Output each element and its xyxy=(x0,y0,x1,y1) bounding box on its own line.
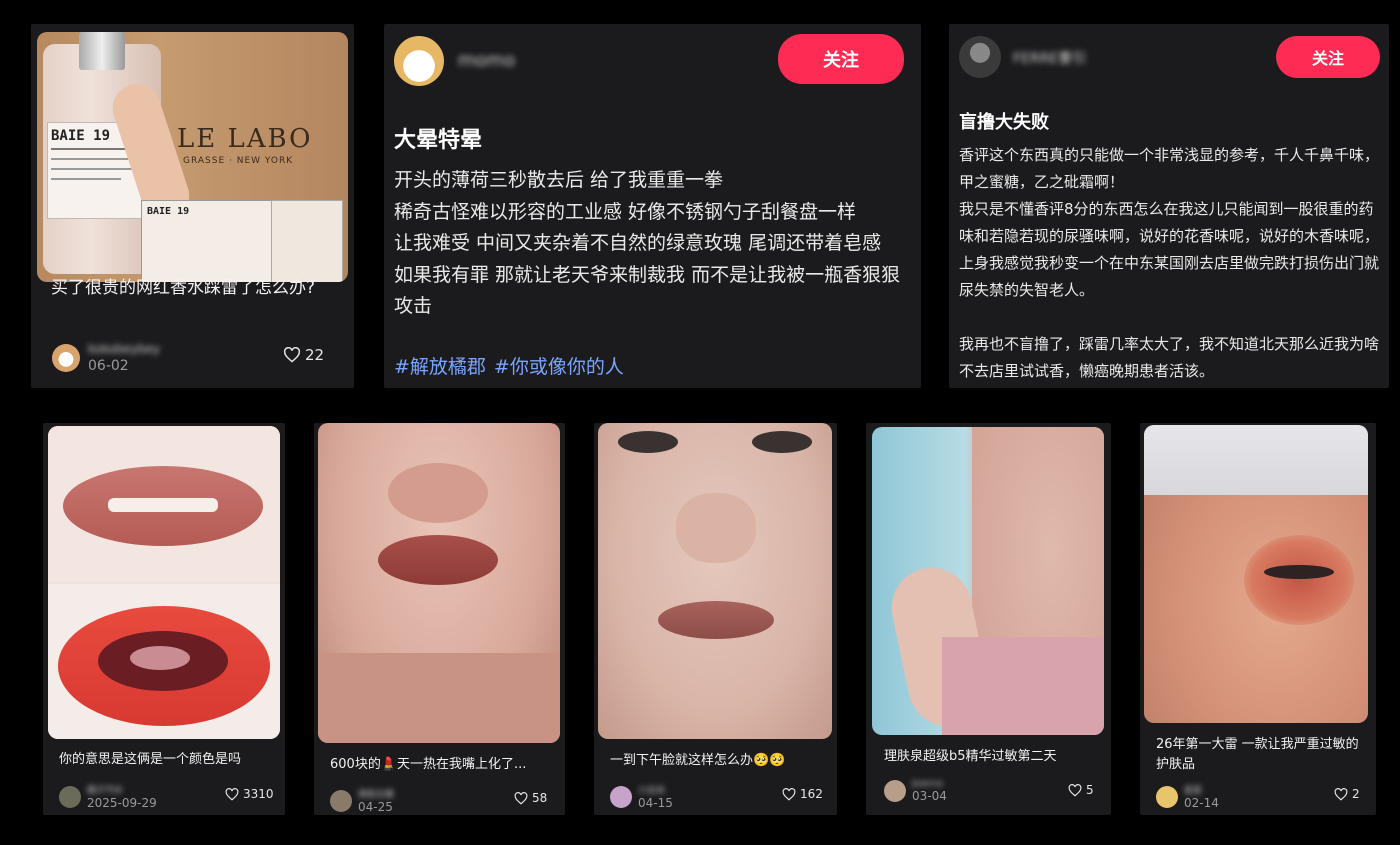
hashtag-link[interactable]: #你或像你的人 xyxy=(494,356,624,378)
post-body: 香评这个东西真的只能做一个非常浅显的参考，千人千鼻千味，甲之蜜糖，乙之砒霜啊！ … xyxy=(959,146,1380,380)
like-button[interactable]: 3310 xyxy=(225,787,274,801)
like-count: 5 xyxy=(1086,783,1094,797)
like-button[interactable]: 22 xyxy=(283,346,324,364)
author-name[interactable]: FERRE曹引 xyxy=(1013,48,1086,68)
author-name[interactable]: 橘子汽水 xyxy=(87,783,157,796)
like-count: 2 xyxy=(1352,787,1360,801)
tag-list: #解放橘郡 #你或像你的人 xyxy=(394,352,632,379)
box-brand: LE LABO xyxy=(177,124,313,154)
post-card-perfume[interactable]: BAIE 19 LE LABO GRASSE · NEW YORK BAIE 1… xyxy=(31,24,354,388)
post-card-text-2[interactable]: FERRE曹引 关注 盲撸大失败 香评这个东西真的只能做一个非常浅显的参考，千人… xyxy=(949,24,1389,388)
avatar[interactable] xyxy=(884,780,906,802)
post-image[interactable] xyxy=(598,423,832,739)
heart-icon xyxy=(1334,787,1348,801)
like-button[interactable]: 162 xyxy=(782,787,823,801)
heart-icon xyxy=(514,791,528,805)
post-author[interactable]: 小云朵 04-15 xyxy=(610,783,673,810)
post-image[interactable] xyxy=(1144,425,1368,723)
avatar[interactable] xyxy=(394,36,444,86)
avatar[interactable] xyxy=(52,344,80,372)
post-title[interactable]: 你的意思是这俩是一个颜色是吗 xyxy=(59,751,274,770)
follow-button[interactable]: 关注 xyxy=(1276,36,1380,78)
post-author[interactable]: 南街北巷 04-25 xyxy=(330,787,394,814)
heart-icon xyxy=(283,347,301,363)
avatar[interactable] xyxy=(1156,785,1178,808)
post-body: 开头的薄荷三秒散去后 给了我重重一拳 稀奇古怪难以形容的工业感 好像不锈钢勺子刮… xyxy=(394,169,901,317)
author-name[interactable]: Joanna xyxy=(912,779,947,789)
heart-icon xyxy=(1068,783,1082,797)
heart-icon xyxy=(225,787,239,801)
post-title[interactable]: 买了很贵的网红香水踩雷了怎么办? xyxy=(51,276,321,301)
like-button[interactable]: 2 xyxy=(1334,787,1360,801)
author-name[interactable]: 星星 xyxy=(1184,783,1219,796)
post-title[interactable]: 盲撸大失败 xyxy=(959,108,1049,134)
avatar[interactable] xyxy=(610,785,632,808)
follow-button[interactable]: 关注 xyxy=(778,34,904,84)
bottle-label: BAIE 19 xyxy=(51,128,111,144)
like-count: 22 xyxy=(305,346,325,364)
author-name[interactable]: 小云朵 xyxy=(638,783,673,796)
post-title[interactable]: 26年第一大雷 一款让我严重过敏的护肤品 xyxy=(1156,735,1368,774)
post-date: 04-25 xyxy=(358,800,393,814)
like-count: 162 xyxy=(800,787,823,801)
heart-icon xyxy=(782,787,796,801)
post-image[interactable] xyxy=(318,423,560,743)
post-title[interactable]: 理肤泉超级b5精华过敏第二天 xyxy=(884,748,1099,767)
avatar[interactable] xyxy=(59,785,81,808)
like-button[interactable]: 5 xyxy=(1068,783,1094,797)
avatar[interactable] xyxy=(330,789,352,812)
post-image[interactable] xyxy=(872,427,1104,735)
post-date: 02-14 xyxy=(1184,796,1219,810)
avatar[interactable] xyxy=(959,36,1001,78)
post-card[interactable]: 26年第一大雷 一款让我严重过敏的护肤品 星星 02-14 2 xyxy=(1140,423,1376,815)
author-name[interactable]: 南街北巷 xyxy=(358,787,394,800)
like-count: 3310 xyxy=(243,787,274,801)
like-button[interactable]: 58 xyxy=(514,791,547,805)
post-image-perfume[interactable]: BAIE 19 LE LABO GRASSE · NEW YORK BAIE 1… xyxy=(37,32,348,282)
post-author[interactable]: 星星 02-14 xyxy=(1156,783,1219,810)
post-author[interactable]: 橘子汽水 2025-09-29 xyxy=(59,783,157,810)
post-author[interactable]: kokobeybey 06-02 xyxy=(52,342,160,374)
author-name[interactable]: momo xyxy=(458,50,515,71)
post-card[interactable]: 600块的💄天一热在我嘴上化了... 南街北巷 04-25 58 xyxy=(314,423,565,815)
post-author[interactable]: Joanna 03-04 xyxy=(884,779,947,803)
post-title[interactable]: 600块的💄天一热在我嘴上化了... xyxy=(330,756,555,775)
post-image[interactable] xyxy=(48,426,280,739)
box-subtitle: GRASSE · NEW YORK xyxy=(183,156,294,166)
post-date: 06-02 xyxy=(88,358,129,374)
author-name[interactable]: kokobeybey xyxy=(88,342,160,356)
post-title[interactable]: 大晕特晕 xyxy=(394,122,482,154)
post-date: 04-15 xyxy=(638,796,673,810)
post-card-text-1[interactable]: momo 关注 大晕特晕 开头的薄荷三秒散去后 给了我重重一拳 稀奇古怪难以形容… xyxy=(384,24,921,388)
post-card[interactable]: 你的意思是这俩是一个颜色是吗 橘子汽水 2025-09-29 3310 xyxy=(43,423,285,815)
post-title[interactable]: 一到下午脸就这样怎么办🥺🥺 xyxy=(610,752,825,771)
hashtag-link[interactable]: #解放橘郡 xyxy=(394,356,486,378)
post-card[interactable]: 理肤泉超级b5精华过敏第二天 Joanna 03-04 5 xyxy=(866,423,1111,815)
post-card[interactable]: 一到下午脸就这样怎么办🥺🥺 小云朵 04-15 162 xyxy=(594,423,837,815)
post-date: 03-04 xyxy=(912,789,947,803)
post-date: 2025-09-29 xyxy=(87,796,157,810)
like-count: 58 xyxy=(532,791,548,805)
